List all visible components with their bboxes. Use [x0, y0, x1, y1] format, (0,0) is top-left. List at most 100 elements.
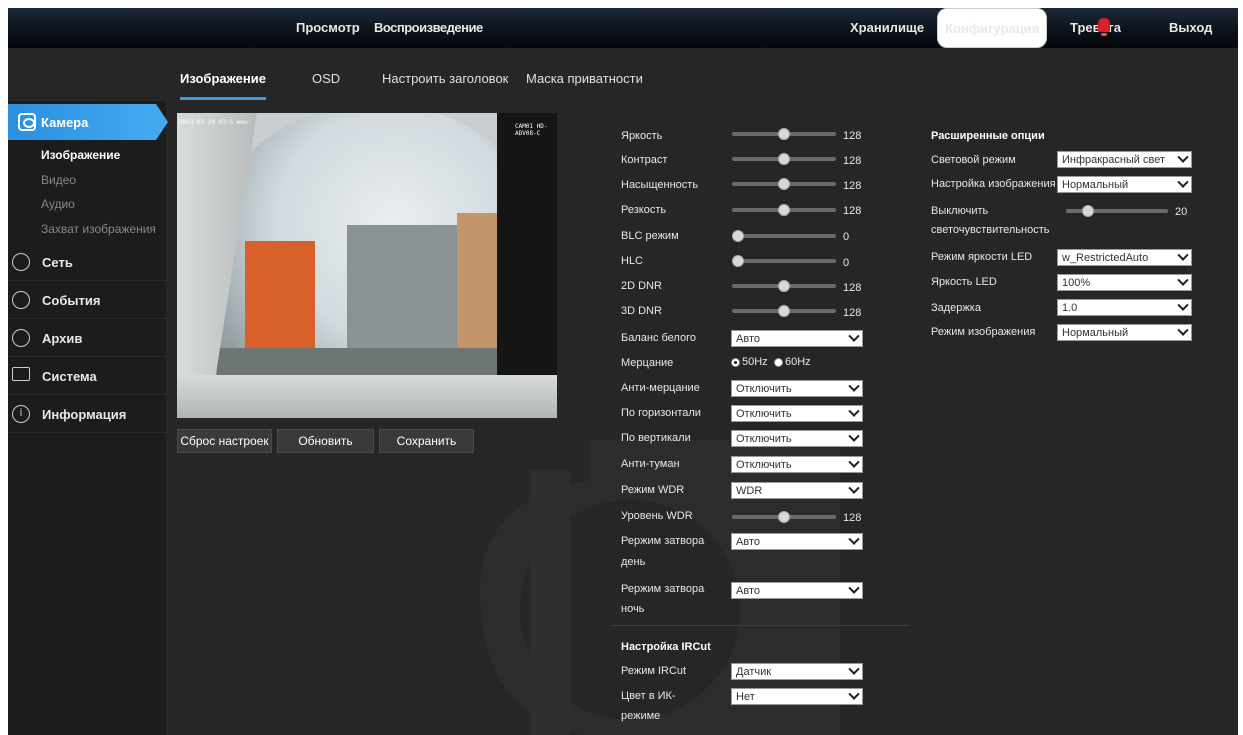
sidebar-item-camera[interactable]: Камера: [8, 104, 168, 140]
select-value: Авто: [736, 333, 760, 345]
brightness-value: 128: [843, 130, 862, 142]
sidebar-subitem-audio[interactable]: Аудио: [41, 197, 75, 211]
sidebar-subitem-image[interactable]: Изображение: [41, 148, 120, 162]
wdr-mode-select[interactable]: WDR: [731, 482, 863, 499]
nav-storage[interactable]: Хранилище: [850, 8, 924, 48]
select-value: 100%: [1062, 277, 1091, 289]
select-value: Отключить: [736, 459, 792, 471]
sidebar-item-events[interactable]: События: [8, 281, 166, 319]
slider-knob[interactable]: [778, 305, 790, 317]
slider-knob[interactable]: [778, 153, 790, 165]
alarm-bell-icon[interactable]: [1098, 18, 1110, 36]
dnr2d-slider[interactable]: [732, 280, 836, 292]
brightness-slider[interactable]: [732, 128, 836, 140]
advanced-section-title: Расширенные опции: [931, 130, 1045, 142]
slider-knob[interactable]: [778, 511, 790, 523]
hlc-slider[interactable]: [732, 255, 836, 267]
image-mode-label: Режим изображения: [931, 326, 1036, 338]
slider-knob[interactable]: [778, 280, 790, 292]
slider-knob[interactable]: [778, 128, 790, 140]
select-value: Отключить: [736, 408, 792, 420]
anti-flicker-select[interactable]: Отключить: [731, 380, 863, 397]
refresh-button[interactable]: Обновить: [277, 429, 374, 453]
chevron-down-icon: [1177, 151, 1189, 163]
saturation-slider[interactable]: [732, 178, 836, 190]
defog-select[interactable]: Отключить: [731, 456, 863, 473]
osd-timestamp: 2023-03-20 03:5 мон: [179, 119, 248, 126]
dnr2d-value: 128: [843, 282, 862, 294]
sidebar-subitem-snapshot[interactable]: Захват изображения: [41, 222, 156, 236]
tab-privacy-mask[interactable]: Маска приватности: [526, 71, 643, 86]
tab-osd[interactable]: OSD: [312, 71, 340, 86]
shutter-day-label-1: Рержим затвора: [621, 535, 705, 547]
dnr3d-value: 128: [843, 307, 862, 319]
slider-knob[interactable]: [1082, 205, 1095, 217]
slider-knob[interactable]: [732, 230, 744, 242]
delay-select[interactable]: 1.0: [1057, 299, 1192, 316]
chevron-down-icon: [1177, 324, 1189, 336]
chevron-down-icon: [1177, 176, 1189, 188]
blc-slider[interactable]: [732, 230, 836, 242]
light-mode-select[interactable]: Инфракрасный свет: [1057, 151, 1192, 168]
sidebar-item-network[interactable]: Сеть: [8, 243, 166, 281]
nav-logout[interactable]: Выход: [1169, 8, 1212, 48]
ircut-mode-select[interactable]: Датчик: [731, 663, 863, 680]
monitor-icon: [12, 367, 30, 381]
sidebar-item-archive[interactable]: Архив: [8, 319, 166, 357]
flip-horizontal-select[interactable]: Отключить: [731, 405, 863, 422]
image-setting-select[interactable]: Нормальный: [1057, 176, 1192, 193]
sharpness-label: Резкость: [621, 204, 667, 216]
chevron-down-icon: [1177, 274, 1189, 286]
select-value: Отключить: [736, 433, 792, 445]
slider-knob[interactable]: [778, 204, 790, 216]
dnr3d-slider[interactable]: [732, 305, 836, 317]
sidebar-item-info[interactable]: i Информация: [8, 395, 166, 433]
sensitivity-label-1: Выключить: [931, 205, 989, 217]
sensitivity-slider[interactable]: [1066, 205, 1168, 217]
sharpness-slider[interactable]: [732, 204, 836, 216]
ir-color-label-1: Цвет в ИК-: [621, 690, 676, 702]
nav-alarm[interactable]: Тревога: [1070, 8, 1121, 48]
wdr-level-value: 128: [843, 512, 862, 524]
white-balance-select[interactable]: Авто: [731, 330, 863, 347]
flicker-50hz-radio[interactable]: [731, 358, 740, 367]
chevron-down-icon: [848, 456, 860, 468]
flip-vertical-select[interactable]: Отключить: [731, 430, 863, 447]
chevron-down-icon: [848, 533, 860, 545]
nav-view[interactable]: Просмотр: [296, 8, 360, 48]
select-value: Авто: [736, 585, 760, 597]
nav-configuration[interactable]: Конфигурация: [937, 8, 1048, 48]
blc-value: 0: [843, 231, 850, 243]
sidebar-item-label: События: [42, 293, 101, 308]
flicker-label: Мерцание: [621, 357, 674, 369]
chevron-down-icon: [848, 330, 860, 342]
image-mode-select[interactable]: Нормальный: [1057, 324, 1192, 341]
tab-image[interactable]: Изображение: [180, 71, 266, 86]
flicker-60hz-radio[interactable]: [774, 358, 783, 367]
chevron-down-icon: [848, 380, 860, 392]
slider-knob[interactable]: [778, 178, 790, 190]
video-preview[interactable]: 2023-03-20 03:5 мон CAM01 HD-ADV08-C: [177, 113, 557, 418]
save-button[interactable]: Сохранить: [379, 429, 474, 453]
ir-color-select[interactable]: Нет: [731, 688, 863, 705]
anti-flicker-label: Анти-мерцание: [621, 382, 700, 394]
slider-knob[interactable]: [732, 255, 744, 267]
shutter-day-select[interactable]: Авто: [731, 533, 863, 550]
sidebar-subitem-video[interactable]: Видео: [41, 173, 76, 187]
led-mode-label: Режим яркости LED: [931, 251, 1033, 263]
led-mode-select[interactable]: w_RestrictedAuto: [1057, 249, 1192, 266]
nav-playback[interactable]: Воспроизведение: [374, 8, 483, 48]
contrast-slider[interactable]: [732, 153, 836, 165]
video-building: [245, 241, 315, 351]
shutter-night-select[interactable]: Авто: [731, 582, 863, 599]
led-brightness-select[interactable]: 100%: [1057, 274, 1192, 291]
select-value: Нет: [736, 691, 755, 703]
info-icon: i: [12, 405, 30, 423]
sidebar-item-system[interactable]: Система: [8, 357, 166, 395]
reset-button[interactable]: Сброс настроек: [177, 429, 272, 453]
wdr-level-slider[interactable]: [732, 511, 836, 523]
cloud-icon: [12, 329, 30, 347]
tab-title-settings[interactable]: Настроить заголовок: [382, 71, 508, 86]
saturation-value: 128: [843, 180, 862, 192]
sidebar-item-label: Система: [42, 369, 97, 384]
